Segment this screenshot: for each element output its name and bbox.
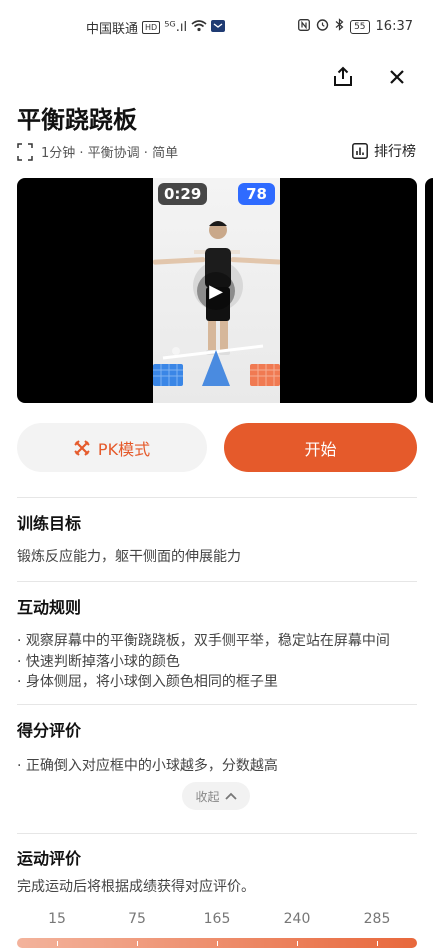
nfc-icon (298, 18, 311, 35)
carrier-name: 中国联通 (86, 22, 139, 37)
chevron-up-icon (224, 792, 237, 800)
next-video-preview[interactable] (425, 178, 433, 403)
video-score-badge: 78 (238, 183, 275, 205)
clock-time: 16:37 (375, 19, 413, 34)
scale-label: 75 (128, 911, 146, 927)
scale-tick (217, 941, 218, 946)
goal-title: 训练目标 (17, 514, 82, 533)
close-button[interactable] (380, 60, 414, 94)
scale-tick (297, 941, 298, 946)
collapse-button[interactable]: 收起 (182, 782, 250, 810)
alarm-icon (316, 18, 329, 35)
share-button[interactable] (326, 60, 360, 94)
wifi-icon (191, 19, 207, 36)
exercise-meta: 1分钟 · 平衡协调 · 简单 (17, 142, 178, 161)
rules-item: · 快速判断掉落小球的颜色 (17, 654, 180, 670)
hd-badge: HD (142, 21, 161, 34)
start-label: 开始 (304, 439, 337, 459)
video-preview[interactable]: 0:29 78 ▶ (17, 178, 417, 403)
status-right: 55 16:37 (298, 18, 413, 35)
status-bar: 中国联通 HD ⁵ᴳ.ıl 55 16:37 (0, 0, 433, 52)
app-notification-icon (211, 19, 226, 36)
exercise-meta-text: 1分钟 · 平衡协调 · 简单 (41, 146, 179, 161)
divider (17, 497, 417, 498)
leaderboard-icon (352, 143, 368, 159)
rules-item: · 观察屏幕中的平衡跷跷板，双手侧平举，稳定站在屏幕中间 (17, 633, 390, 649)
divider (17, 581, 417, 582)
scale-tick (377, 941, 378, 946)
close-icon (390, 70, 404, 84)
rules-title: 互动规则 (17, 598, 82, 617)
scale-tick (137, 941, 138, 946)
battery-icon: 55 (350, 19, 370, 34)
pk-mode-button[interactable]: PK模式 (17, 423, 207, 472)
signal-icon: ⁵ᴳ.ıl (164, 20, 188, 35)
divider (17, 704, 417, 705)
collapse-label: 收起 (195, 789, 220, 804)
scale-label: 15 (48, 911, 66, 927)
divider (17, 833, 417, 834)
start-button[interactable]: 开始 (224, 423, 417, 472)
share-icon (334, 66, 352, 86)
status-left: 中国联通 HD ⁵ᴳ.ıl (86, 18, 226, 37)
scoring-title: 得分评价 (17, 721, 82, 740)
bluetooth-icon (335, 18, 344, 35)
scale-label: 240 (283, 911, 311, 927)
crossed-swords-icon (74, 439, 90, 456)
evaluation-title: 运动评价 (17, 849, 82, 868)
video-frame: 0:29 78 ▶ (153, 178, 280, 403)
goal-text: 锻炼反应能力，躯干侧面的伸展能力 (17, 549, 241, 565)
play-icon: ▶ (209, 280, 223, 302)
play-button[interactable]: ▶ (197, 272, 235, 310)
scale-label: 165 (203, 911, 231, 927)
fullscreen-frame-icon (17, 142, 33, 161)
rules-item: · 身体侧屈，将小球倒入颜色相同的框子里 (17, 674, 278, 690)
scoring-item: · 正确倒入对应框中的小球越多，分数越高 (17, 758, 278, 774)
leaderboard-button[interactable]: 排行榜 (352, 141, 416, 161)
pk-mode-label: PK模式 (97, 439, 151, 459)
scale-tick (57, 941, 58, 946)
video-timer: 0:29 (158, 183, 208, 205)
page-title: 平衡跷跷板 (17, 106, 137, 134)
evaluation-text: 完成运动后将根据成绩获得对应评价。 (17, 879, 255, 895)
scale-label: 285 (363, 911, 391, 927)
leaderboard-label: 排行榜 (374, 144, 416, 160)
